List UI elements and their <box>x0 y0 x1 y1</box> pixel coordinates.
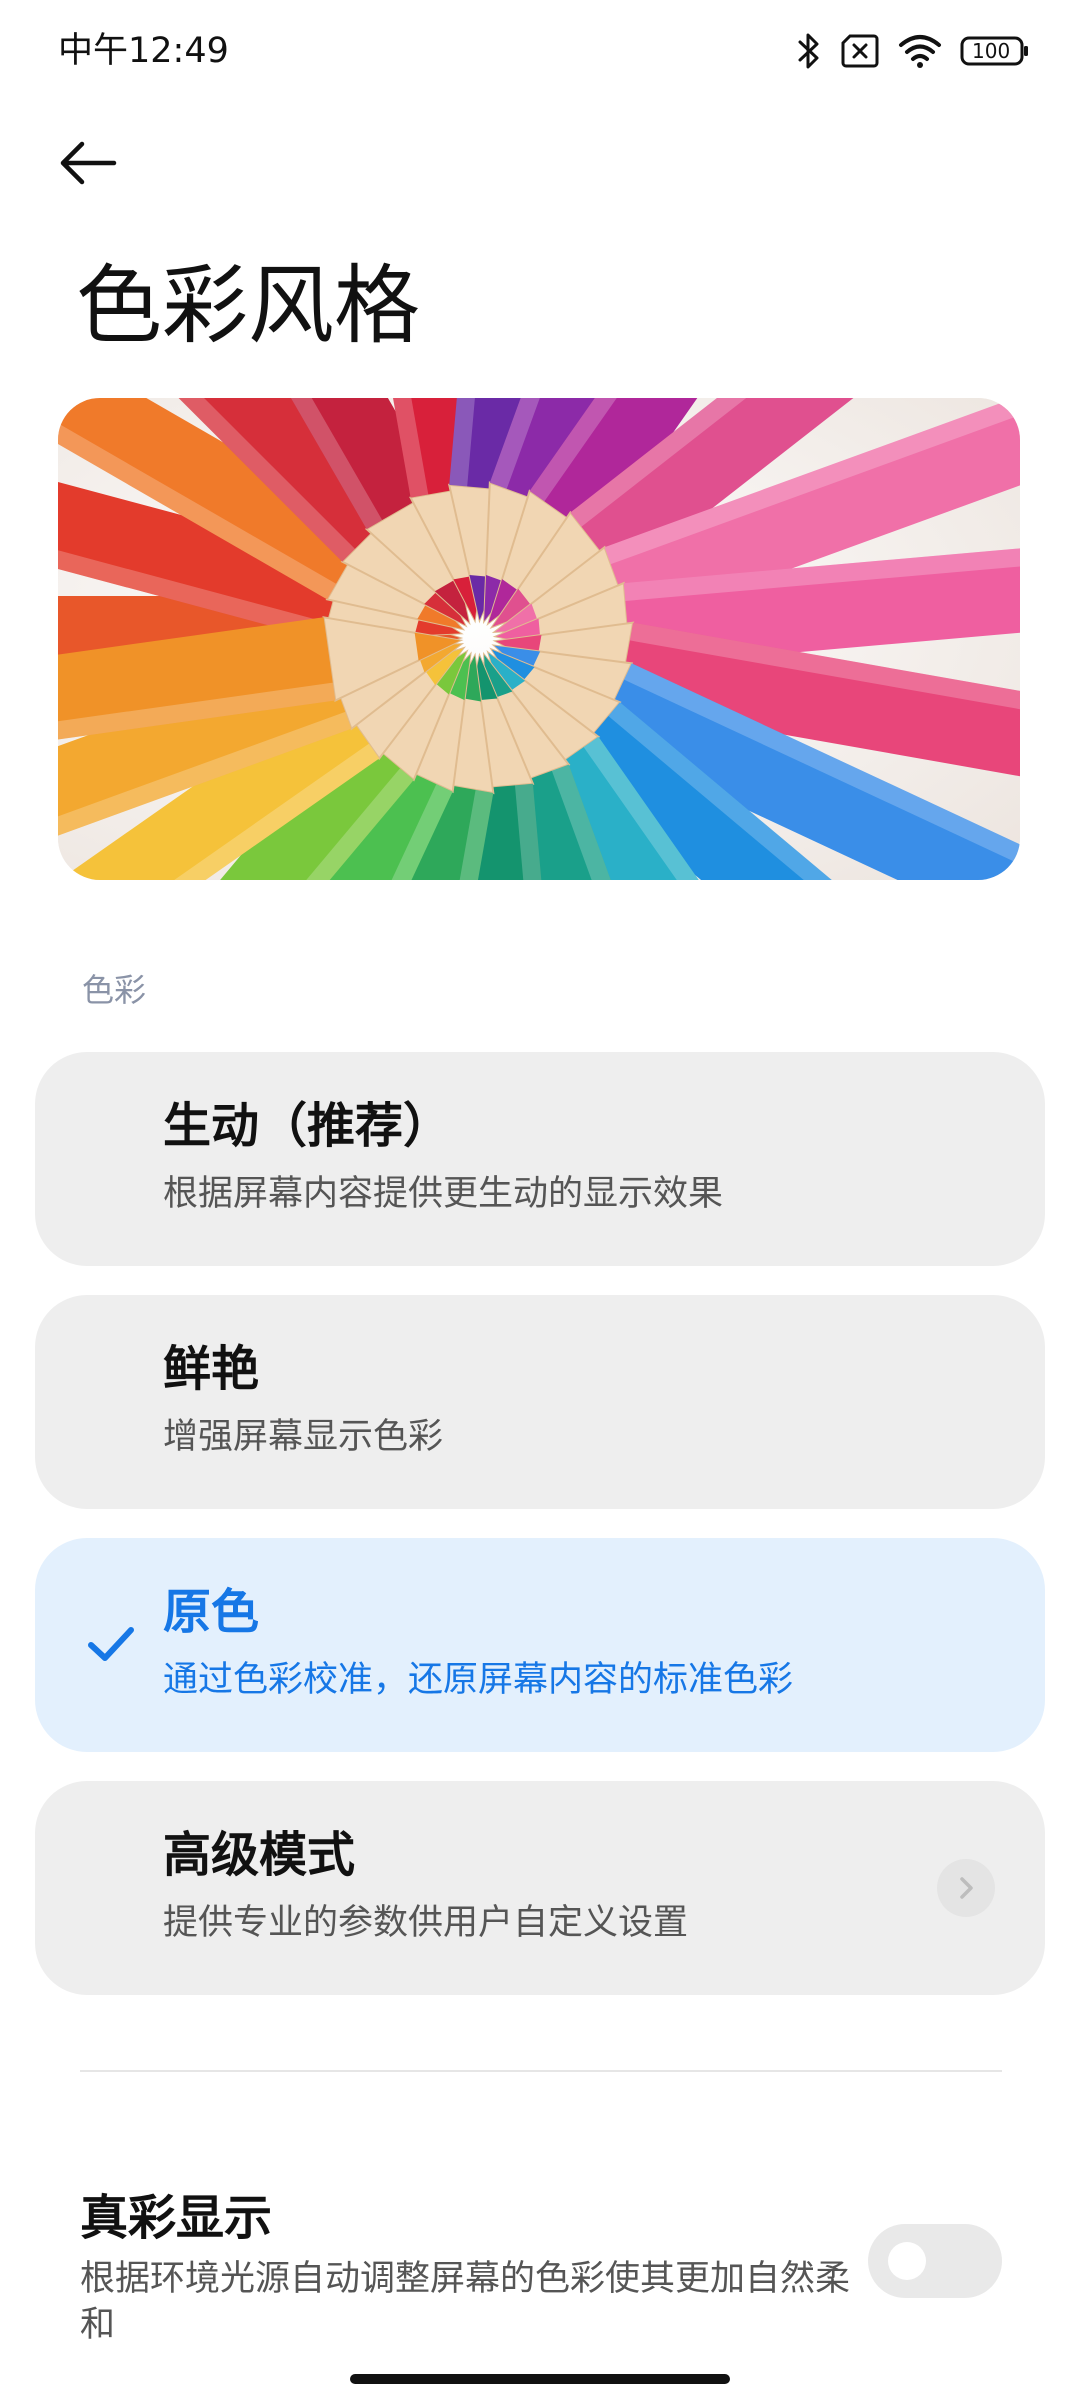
option-title: 鲜艳 <box>163 1341 260 1397</box>
check-icon <box>88 1627 134 1661</box>
option-description: 根据屏幕内容提供更生动的显示效果 <box>163 1174 724 1214</box>
hero-image <box>58 398 1020 880</box>
home-indicator[interactable] <box>350 2374 730 2384</box>
option-vivid-recommended[interactable]: 生动（推荐） 根据屏幕内容提供更生动的显示效果 <box>35 1052 1045 1266</box>
battery-icon: 100 <box>960 35 1030 67</box>
wifi-icon <box>898 33 942 69</box>
color-style-page: 中午12:49 100 色彩风格 色彩 生动（推荐） 根据屏幕内容提供更生动的显… <box>0 0 1080 2400</box>
chevron-right-icon <box>937 1859 995 1917</box>
option-title: 原色 <box>163 1584 260 1640</box>
option-original-color[interactable]: 原色 通过色彩校准，还原屏幕内容的标准色彩 <box>35 1538 1045 1752</box>
status-bar: 中午12:49 100 <box>0 0 1080 100</box>
option-description: 提供专业的参数供用户自定义设置 <box>163 1903 689 1943</box>
no-sim-icon <box>840 33 880 69</box>
option-advanced-mode[interactable]: 高级模式 提供专业的参数供用户自定义设置 <box>35 1781 1045 1995</box>
option-description: 通过色彩校准，还原屏幕内容的标准色彩 <box>163 1660 794 1700</box>
true-color-title: 真彩显示 <box>80 2190 273 2246</box>
option-saturated[interactable]: 鲜艳 增强屏幕显示色彩 <box>35 1295 1045 1509</box>
status-time: 中午12:49 <box>58 31 229 71</box>
divider <box>80 2070 1002 2072</box>
status-icons: 100 <box>796 28 1030 74</box>
bluetooth-icon <box>796 31 822 71</box>
arrow-left-icon <box>60 141 117 185</box>
true-color-toggle[interactable] <box>868 2224 1002 2298</box>
option-title: 高级模式 <box>163 1827 356 1883</box>
true-color-description: 根据环境光源自动调整屏幕的色彩使其更加自然柔和 <box>80 2259 851 2345</box>
battery-level: 100 <box>972 39 1011 63</box>
section-label-color: 色彩 <box>82 971 147 1009</box>
option-title: 生动（推荐） <box>163 1098 452 1154</box>
page-title: 色彩风格 <box>76 256 420 356</box>
option-description: 增强屏幕显示色彩 <box>163 1417 444 1457</box>
back-button[interactable] <box>58 122 154 204</box>
toggle-knob <box>888 2242 926 2280</box>
